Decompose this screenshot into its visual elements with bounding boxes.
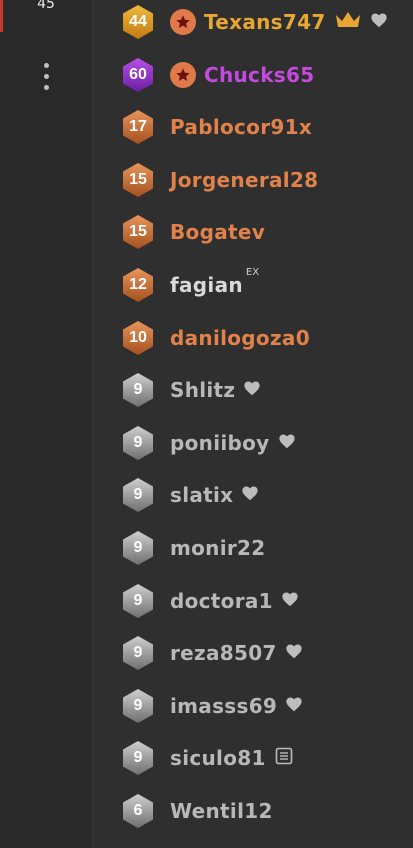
player-name-wrap: imasss69 bbox=[170, 680, 303, 732]
heart-icon[interactable] bbox=[243, 380, 261, 400]
player-name-wrap: Wentil12 bbox=[170, 785, 273, 837]
heart-icon[interactable] bbox=[370, 12, 388, 32]
player-row[interactable]: 44 Texans747 bbox=[93, 0, 413, 48]
player-name-wrap: doctora1 bbox=[170, 575, 299, 627]
left-rail: 45 bbox=[0, 0, 92, 848]
level-badge: 60 bbox=[120, 57, 156, 93]
player-row[interactable]: 10 danilogoza0 bbox=[93, 312, 413, 364]
player-row[interactable]: 9 doctora1 bbox=[93, 575, 413, 627]
heart-icon[interactable] bbox=[281, 591, 299, 611]
active-indicator bbox=[0, 0, 3, 32]
player-name[interactable]: slatix bbox=[170, 483, 233, 507]
player-row[interactable]: 15 Bogatev bbox=[93, 206, 413, 258]
player-row[interactable]: 9 slatix bbox=[93, 469, 413, 521]
player-name-wrap: Chucks65 bbox=[170, 49, 314, 101]
level-badge: 9 bbox=[120, 425, 156, 461]
player-name-wrap: siculo81 bbox=[170, 732, 293, 784]
player-name[interactable]: siculo81 bbox=[170, 746, 266, 770]
more-vertical-icon[interactable] bbox=[40, 63, 52, 95]
player-row[interactable]: 12 fagian EX bbox=[93, 259, 413, 311]
player-name-wrap: monir22 bbox=[170, 522, 265, 574]
level-number: 44 bbox=[129, 13, 147, 30]
level-number: 12 bbox=[129, 276, 147, 293]
level-badge: 9 bbox=[120, 740, 156, 776]
player-name-wrap: poniiboy bbox=[170, 417, 296, 469]
player-name[interactable]: monir22 bbox=[170, 536, 265, 560]
level-number: 9 bbox=[133, 539, 143, 556]
level-number: 60 bbox=[129, 65, 147, 83]
heart-icon[interactable] bbox=[278, 433, 296, 453]
player-name[interactable]: danilogoza0 bbox=[170, 326, 310, 350]
player-name-wrap: Bogatev bbox=[170, 206, 265, 258]
level-number: 9 bbox=[133, 486, 143, 504]
level-number: 9 bbox=[133, 433, 143, 451]
player-row[interactable]: 9 reza8507 bbox=[93, 627, 413, 679]
star-badge-icon bbox=[170, 9, 196, 35]
crown-icon bbox=[334, 10, 362, 34]
level-number: 10 bbox=[129, 328, 147, 346]
note-icon[interactable] bbox=[275, 747, 293, 769]
level-badge: 10 bbox=[120, 320, 156, 356]
superscript-tag: EX bbox=[245, 267, 260, 278]
level-number: 9 bbox=[133, 591, 143, 609]
level-badge: 6 bbox=[120, 793, 156, 829]
player-row[interactable]: 9 siculo81 bbox=[93, 732, 413, 784]
player-name[interactable]: Pablocor91x bbox=[170, 115, 312, 139]
level-number: 15 bbox=[129, 223, 147, 241]
player-name[interactable]: fagian bbox=[170, 273, 243, 297]
level-badge: 15 bbox=[120, 162, 156, 198]
player-name-wrap: Texans747 bbox=[170, 0, 388, 48]
level-badge: 9 bbox=[120, 583, 156, 619]
player-name-wrap: fagian EX bbox=[170, 259, 259, 311]
heart-icon[interactable] bbox=[285, 696, 303, 716]
heart-icon[interactable] bbox=[285, 643, 303, 663]
level-badge: 44 bbox=[120, 4, 156, 40]
player-name[interactable]: reza8507 bbox=[170, 641, 277, 665]
player-name[interactable]: imasss69 bbox=[170, 694, 277, 718]
level-number: 9 bbox=[133, 749, 143, 767]
level-number: 17 bbox=[129, 118, 147, 136]
level-badge: 9 bbox=[120, 635, 156, 671]
player-name-wrap: danilogoza0 bbox=[170, 312, 310, 364]
player-row[interactable]: 9 poniiboy bbox=[93, 417, 413, 469]
player-name-wrap: Pablocor91x bbox=[170, 101, 312, 153]
level-number: 9 bbox=[133, 381, 143, 399]
level-badge: 9 bbox=[120, 530, 156, 566]
player-name-wrap: Shlitz bbox=[170, 364, 261, 416]
player-row[interactable]: 9 Shlitz bbox=[93, 364, 413, 416]
player-row[interactable]: 15 Jorgeneral28 bbox=[93, 154, 413, 206]
level-number: 9 bbox=[133, 644, 143, 662]
level-badge: 9 bbox=[120, 372, 156, 408]
player-row[interactable]: 6 Wentil12 bbox=[93, 785, 413, 837]
player-name[interactable]: Chucks65 bbox=[204, 63, 314, 87]
player-name-wrap: slatix bbox=[170, 469, 259, 521]
player-name[interactable]: Wentil12 bbox=[170, 799, 273, 823]
player-name[interactable]: Shlitz bbox=[170, 378, 235, 402]
level-number: 15 bbox=[129, 170, 147, 188]
level-number: 9 bbox=[133, 696, 143, 714]
star-badge-icon bbox=[170, 61, 196, 88]
player-name[interactable]: Texans747 bbox=[204, 10, 326, 34]
player-name-wrap: Jorgeneral28 bbox=[170, 154, 318, 206]
level-number: 6 bbox=[133, 802, 143, 819]
level-badge: 17 bbox=[120, 109, 156, 145]
player-row[interactable]: 60 Chucks65 bbox=[93, 49, 413, 101]
player-name-wrap: reza8507 bbox=[170, 627, 303, 679]
player-row[interactable]: 17 Pablocor91x bbox=[93, 101, 413, 153]
heart-icon[interactable] bbox=[241, 485, 259, 505]
player-name[interactable]: Jorgeneral28 bbox=[170, 168, 318, 192]
level-badge: 15 bbox=[120, 214, 156, 250]
player-name[interactable]: doctora1 bbox=[170, 589, 273, 613]
level-badge: 12 bbox=[120, 267, 156, 303]
player-row[interactable]: 9 monir22 bbox=[93, 522, 413, 574]
player-name[interactable]: poniiboy bbox=[170, 431, 270, 455]
player-row[interactable]: 9 imasss69 bbox=[93, 680, 413, 732]
level-badge: 9 bbox=[120, 688, 156, 724]
level-badge: 9 bbox=[120, 477, 156, 513]
player-name[interactable]: Bogatev bbox=[170, 220, 265, 244]
rail-count: 45 bbox=[37, 0, 55, 12]
